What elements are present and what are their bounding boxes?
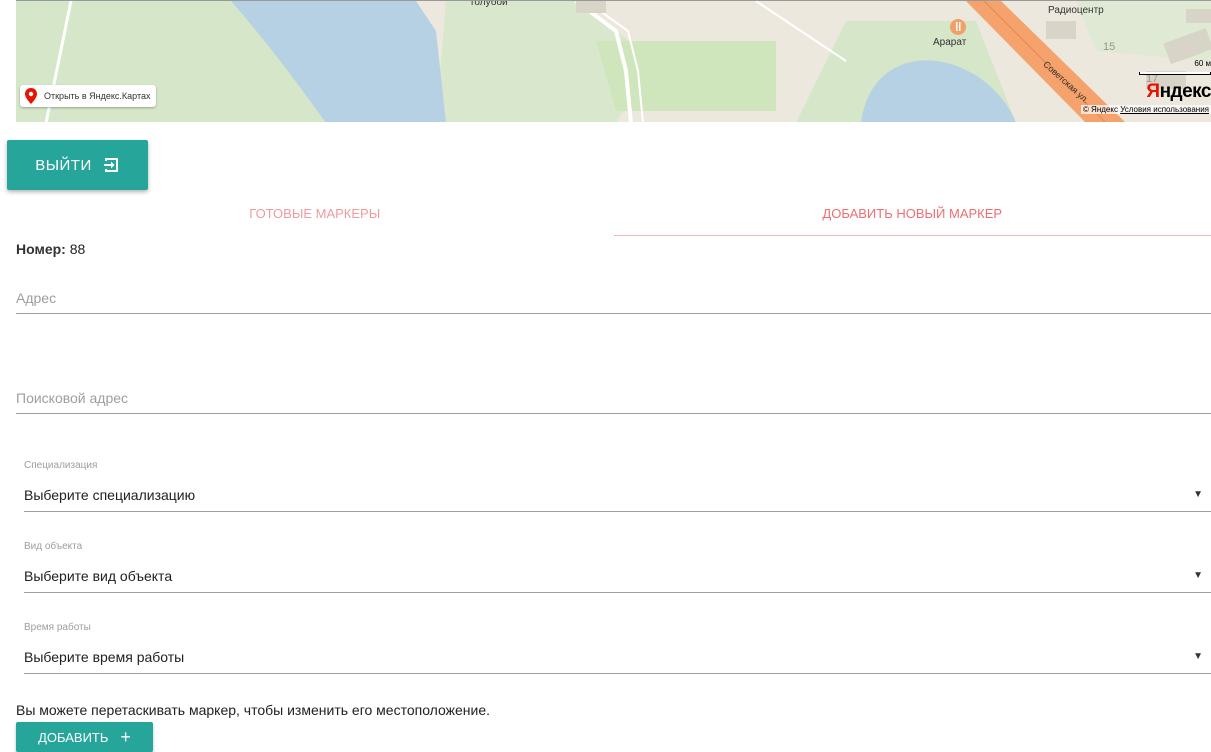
map-pin-icon bbox=[25, 88, 37, 104]
search-address-input[interactable] bbox=[16, 383, 1211, 413]
marker-number-value: 88 bbox=[69, 241, 86, 257]
marker-number-label: Номер: bbox=[16, 241, 66, 257]
tabs-bar: ГОТОВЫЕ МАРКЕРЫ ДОБАВИТЬ НОВЫЙ МАРКЕР bbox=[16, 198, 1211, 236]
address-input[interactable] bbox=[16, 283, 1211, 313]
marker-number: Номер: 88 bbox=[16, 241, 85, 257]
work-time-value: Выберите время работы bbox=[24, 648, 185, 665]
map-scale-label: 60 м bbox=[1194, 59, 1211, 68]
open-in-yandex-maps-label: Открыть в Яндекс.Картах bbox=[44, 91, 151, 101]
work-time-label: Время работы bbox=[24, 622, 91, 633]
caret-down-icon: ▼ bbox=[1193, 651, 1203, 662]
yandex-logo[interactable]: Яндекс bbox=[1146, 81, 1211, 103]
map-terms-link[interactable]: Условия использования bbox=[1120, 105, 1209, 114]
tab-add-new-marker[interactable]: ДОБАВИТЬ НОВЫЙ МАРКЕР bbox=[613, 198, 1211, 236]
caret-down-icon: ▼ bbox=[1193, 489, 1203, 500]
specialization-value: Выберите специализацию bbox=[24, 486, 196, 503]
tab-ready-markers[interactable]: ГОТОВЫЕ МАРКЕРЫ bbox=[16, 198, 614, 236]
add-marker-label: ДОБАВИТЬ bbox=[38, 729, 109, 745]
work-time-select[interactable]: Выберите время работы ▼ bbox=[24, 640, 1211, 674]
exit-icon bbox=[103, 158, 118, 172]
logout-button[interactable]: ВЫЙТИ bbox=[7, 140, 148, 190]
map-canvas[interactable] bbox=[16, 1, 1211, 122]
object-type-select-group: Вид объекта Выберите вид объекта ▼ bbox=[24, 541, 1211, 593]
open-in-yandex-maps-button[interactable]: Открыть в Яндекс.Картах bbox=[20, 85, 157, 107]
map-house-15: 15 bbox=[1103, 41, 1116, 53]
map-label-restaurant[interactable]: Арарат bbox=[933, 37, 966, 48]
caret-down-icon: ▼ bbox=[1193, 570, 1203, 581]
specialization-select-group: Специализация Выберите специализацию ▼ bbox=[24, 460, 1211, 512]
object-type-select[interactable]: Выберите вид объекта ▼ bbox=[24, 559, 1211, 593]
address-field bbox=[16, 283, 1211, 314]
map-widget[interactable]: голубой Арарат Радиоцентр Советская ул. … bbox=[16, 0, 1211, 122]
object-type-value: Выберите вид объекта bbox=[24, 567, 173, 584]
plus-icon: + bbox=[120, 727, 131, 747]
map-label-radio-center: Радиоцентр bbox=[1048, 5, 1104, 16]
specialization-label: Специализация bbox=[24, 460, 98, 471]
yandex-logo-rest: ндекс bbox=[1159, 81, 1211, 102]
map-scale-bar bbox=[1139, 72, 1211, 75]
map-label-top: голубой bbox=[471, 0, 508, 8]
map-copyright: © Яндекс Условия использования bbox=[1080, 105, 1211, 114]
search-address-field bbox=[16, 383, 1211, 414]
add-marker-button[interactable]: ДОБАВИТЬ + bbox=[16, 722, 153, 752]
object-type-label: Вид объекта bbox=[24, 541, 83, 552]
work-time-select-group: Время работы Выберите время работы ▼ bbox=[24, 622, 1211, 674]
specialization-select[interactable]: Выберите специализацию ▼ bbox=[24, 478, 1211, 512]
map-copyright-text: © Яндекс bbox=[1082, 105, 1118, 114]
drag-marker-hint: Вы можете перетаскивать маркер, чтобы из… bbox=[16, 702, 491, 718]
logout-label: ВЫЙТИ bbox=[35, 156, 92, 174]
yandex-logo-y: Я bbox=[1146, 81, 1160, 102]
